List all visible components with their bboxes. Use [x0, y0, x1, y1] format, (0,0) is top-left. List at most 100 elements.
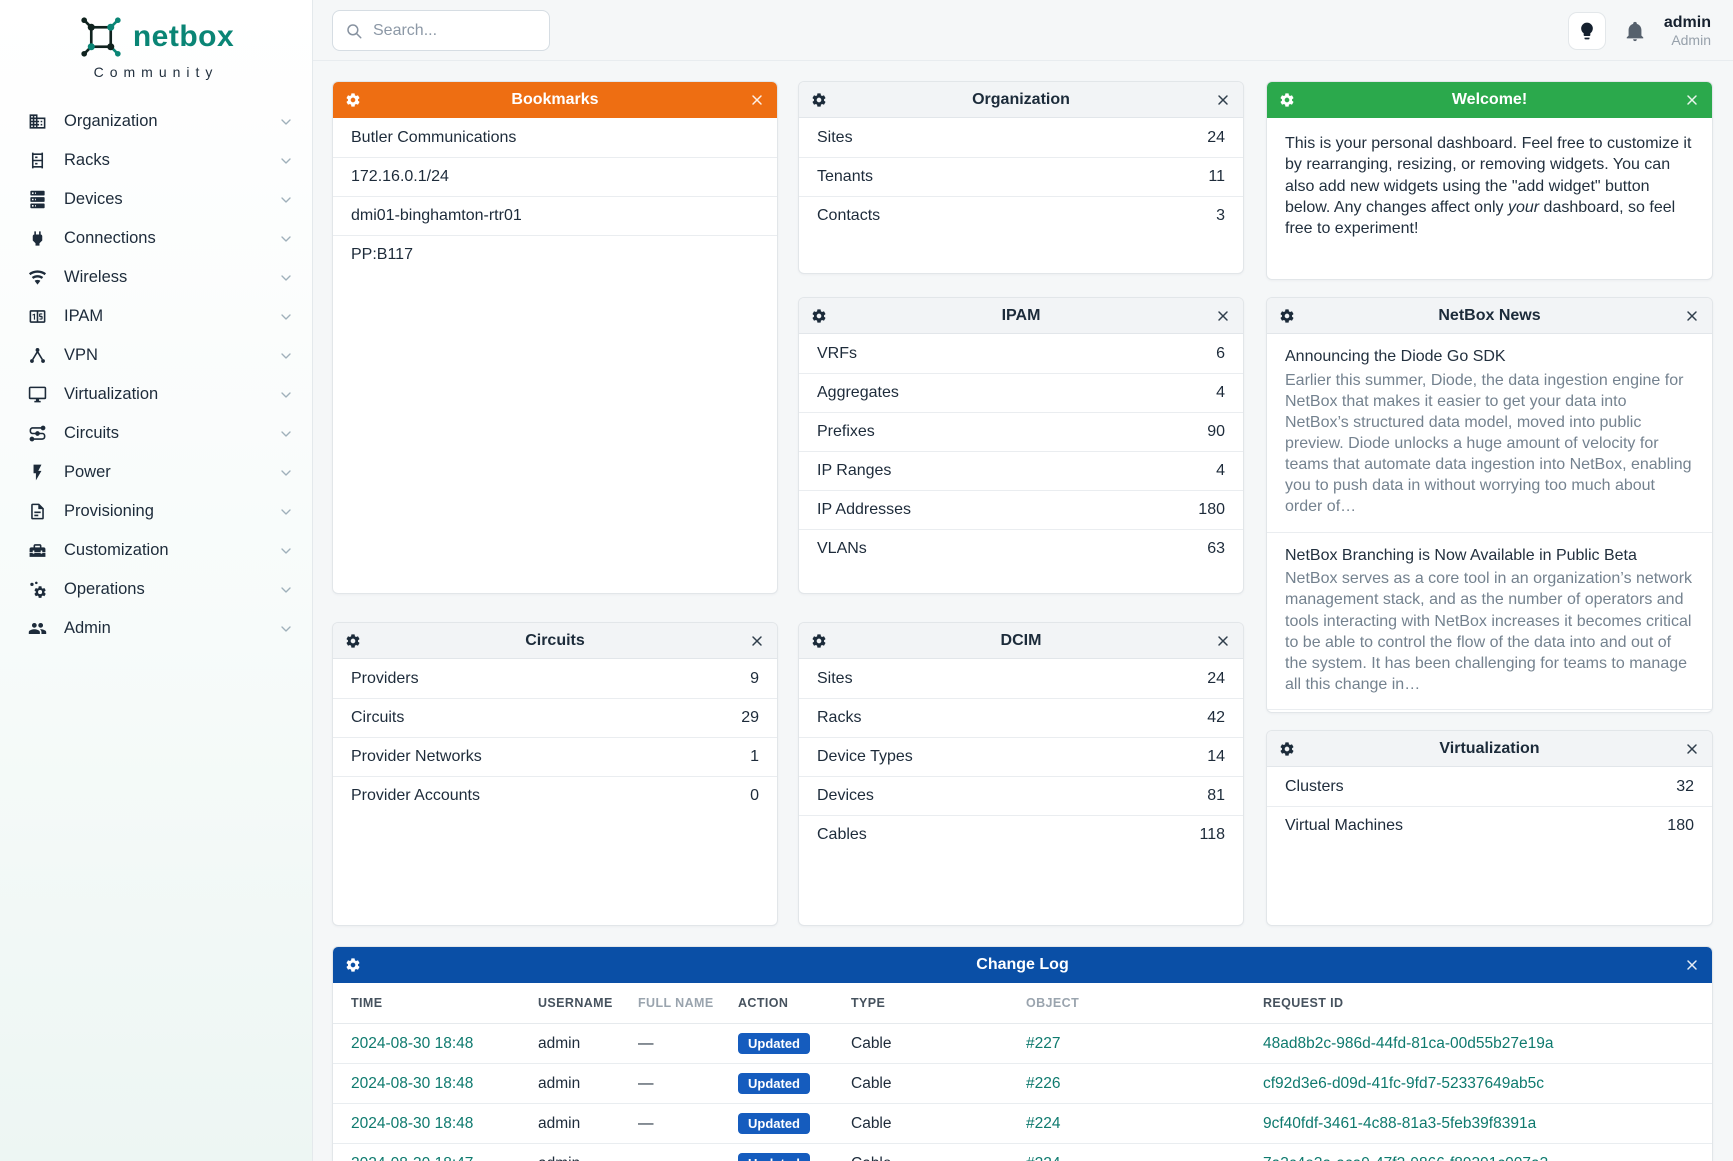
changelog-type: Cable — [851, 1104, 1026, 1144]
changelog-username: admin — [538, 1064, 638, 1104]
gear-icon[interactable] — [345, 92, 361, 108]
stat-row[interactable]: Tenants11 — [799, 157, 1243, 196]
column-header[interactable]: FULL NAME — [638, 983, 738, 1024]
stat-row[interactable]: IP Addresses180 — [799, 490, 1243, 529]
news-headline[interactable]: Announcing the Diode Go SDK — [1285, 347, 1694, 368]
sidebar-item-virtualization[interactable]: Virtualization — [0, 375, 312, 414]
gear-icon[interactable] — [811, 633, 827, 649]
changelog-header-row: TIMEUSERNAMEFULL NAMEACTIONTYPEOBJECTREQ… — [333, 983, 1712, 1024]
close-icon[interactable] — [1215, 92, 1231, 108]
gear-icon[interactable] — [345, 633, 361, 649]
changelog-fullname: — — [638, 1024, 738, 1064]
bookmark-item[interactable]: 172.16.0.1/24 — [333, 157, 777, 196]
notifications-bell-icon[interactable] — [1624, 20, 1646, 42]
stat-row[interactable]: Providers9 — [333, 659, 777, 698]
stat-row[interactable]: Racks42 — [799, 698, 1243, 737]
stat-row[interactable]: Circuits29 — [333, 698, 777, 737]
changelog-type: Cable — [851, 1024, 1026, 1064]
column-header[interactable]: USERNAME — [538, 983, 638, 1024]
column-header[interactable]: TYPE — [851, 983, 1026, 1024]
stat-row[interactable]: Provider Networks1 — [333, 737, 777, 776]
close-icon[interactable] — [1684, 92, 1700, 108]
bookmark-item[interactable]: PP:B117 — [333, 235, 777, 274]
provisioning-icon — [28, 502, 47, 521]
sidebar-item-wireless[interactable]: Wireless — [0, 258, 312, 297]
changelog-object-link[interactable]: #227 — [1026, 1035, 1060, 1052]
sidebar-item-ipam[interactable]: IPAM — [0, 297, 312, 336]
circuits-widget-header: Circuits — [333, 623, 777, 659]
stat-row[interactable]: Prefixes90 — [799, 412, 1243, 451]
column-header[interactable]: REQUEST ID — [1263, 983, 1712, 1024]
bookmark-item[interactable]: Butler Communications — [333, 118, 777, 157]
gear-icon[interactable] — [1279, 92, 1295, 108]
close-icon[interactable] — [749, 633, 765, 649]
stat-row[interactable]: Clusters32 — [1267, 767, 1712, 806]
changelog-time-link[interactable]: 2024-08-30 18:48 — [351, 1035, 473, 1052]
column-header[interactable]: ACTION — [738, 983, 851, 1024]
changelog-request-id-link[interactable]: 48ad8b2c-986d-44fd-81ca-00d55b27e19a — [1263, 1035, 1553, 1052]
close-icon[interactable] — [1684, 308, 1700, 324]
stat-row[interactable]: Virtual Machines180 — [1267, 806, 1712, 845]
gear-icon[interactable] — [1279, 308, 1295, 324]
stat-list: Sites24Tenants11Contacts3 — [799, 118, 1243, 235]
close-icon[interactable] — [1215, 308, 1231, 324]
news-headline[interactable]: NetBox Branching is Now Available in Pub… — [1285, 546, 1694, 567]
sidebar-item-devices[interactable]: Devices — [0, 180, 312, 219]
gear-icon[interactable] — [345, 957, 361, 973]
gear-icon[interactable] — [811, 92, 827, 108]
close-icon[interactable] — [1684, 957, 1700, 973]
sidebar-item-racks[interactable]: Racks — [0, 141, 312, 180]
sidebar-item-circuits[interactable]: Circuits — [0, 414, 312, 453]
gear-icon[interactable] — [1279, 741, 1295, 757]
changelog-table: TIMEUSERNAMEFULL NAMEACTIONTYPEOBJECTREQ… — [333, 983, 1712, 1161]
search-input[interactable] — [373, 22, 537, 40]
sidebar-item-organization[interactable]: Organization — [0, 102, 312, 141]
changelog-object-link[interactable]: #224 — [1026, 1115, 1060, 1132]
changelog-fullname: — — [638, 1064, 738, 1104]
stat-row[interactable]: Contacts3 — [799, 196, 1243, 235]
sidebar-item-vpn[interactable]: VPN — [0, 336, 312, 375]
sidebar-item-customization[interactable]: Customization — [0, 531, 312, 570]
stat-row[interactable]: Sites24 — [799, 118, 1243, 157]
circuits-icon — [28, 424, 47, 443]
gear-icon[interactable] — [811, 308, 827, 324]
widget-title: DCIM — [827, 632, 1215, 650]
sidebar-item-power[interactable]: Power — [0, 453, 312, 492]
changelog-request-id-link[interactable]: cf92d3e6-d09d-41fc-9fd7-52337649ab5c — [1263, 1075, 1544, 1092]
stat-row[interactable]: Sites24 — [799, 659, 1243, 698]
changelog-time-link[interactable]: 2024-08-30 18:47 — [351, 1155, 473, 1161]
sidebar-item-provisioning[interactable]: Provisioning — [0, 492, 312, 531]
customization-icon — [28, 541, 47, 560]
stat-row[interactable]: Aggregates4 — [799, 373, 1243, 412]
theme-toggle-button[interactable] — [1568, 12, 1606, 50]
changelog-time-link[interactable]: 2024-08-30 18:48 — [351, 1075, 473, 1092]
organization-widget: Organization Sites24Tenants11Contacts3 — [798, 81, 1244, 274]
widget-title: Change Log — [361, 956, 1684, 974]
brand[interactable]: netbox Community — [0, 0, 312, 80]
chevron-down-icon — [278, 192, 294, 208]
stat-row[interactable]: VRFs6 — [799, 334, 1243, 373]
changelog-request-id-link[interactable]: 7a3c4e3a-aca9-47f2-9866-f89391c007a3 — [1263, 1155, 1548, 1161]
close-icon[interactable] — [1215, 633, 1231, 649]
changelog-object-link[interactable]: #226 — [1026, 1075, 1060, 1092]
column-header[interactable]: OBJECT — [1026, 983, 1263, 1024]
sidebar-item-operations[interactable]: Operations — [0, 570, 312, 609]
user-menu[interactable]: admin Admin — [1664, 13, 1711, 49]
stat-row[interactable]: IP Ranges4 — [799, 451, 1243, 490]
changelog-time-link[interactable]: 2024-08-30 18:48 — [351, 1115, 473, 1132]
search-box[interactable] — [332, 10, 550, 51]
stat-row[interactable]: Provider Accounts0 — [333, 776, 777, 815]
stat-row[interactable]: VLANs63 — [799, 529, 1243, 568]
stat-row[interactable]: Devices81 — [799, 776, 1243, 815]
column-header[interactable]: TIME — [333, 983, 538, 1024]
bookmarks-widget-header: Bookmarks — [333, 82, 777, 118]
stat-row[interactable]: Device Types14 — [799, 737, 1243, 776]
sidebar-item-admin[interactable]: Admin — [0, 609, 312, 648]
stat-row[interactable]: Cables118 — [799, 815, 1243, 854]
bookmark-item[interactable]: dmi01-binghamton-rtr01 — [333, 196, 777, 235]
changelog-request-id-link[interactable]: 9cf40fdf-3461-4c88-81a3-5feb39f8391a — [1263, 1115, 1536, 1132]
close-icon[interactable] — [1684, 741, 1700, 757]
changelog-object-link[interactable]: #224 — [1026, 1155, 1060, 1161]
sidebar-item-connections[interactable]: Connections — [0, 219, 312, 258]
close-icon[interactable] — [749, 92, 765, 108]
